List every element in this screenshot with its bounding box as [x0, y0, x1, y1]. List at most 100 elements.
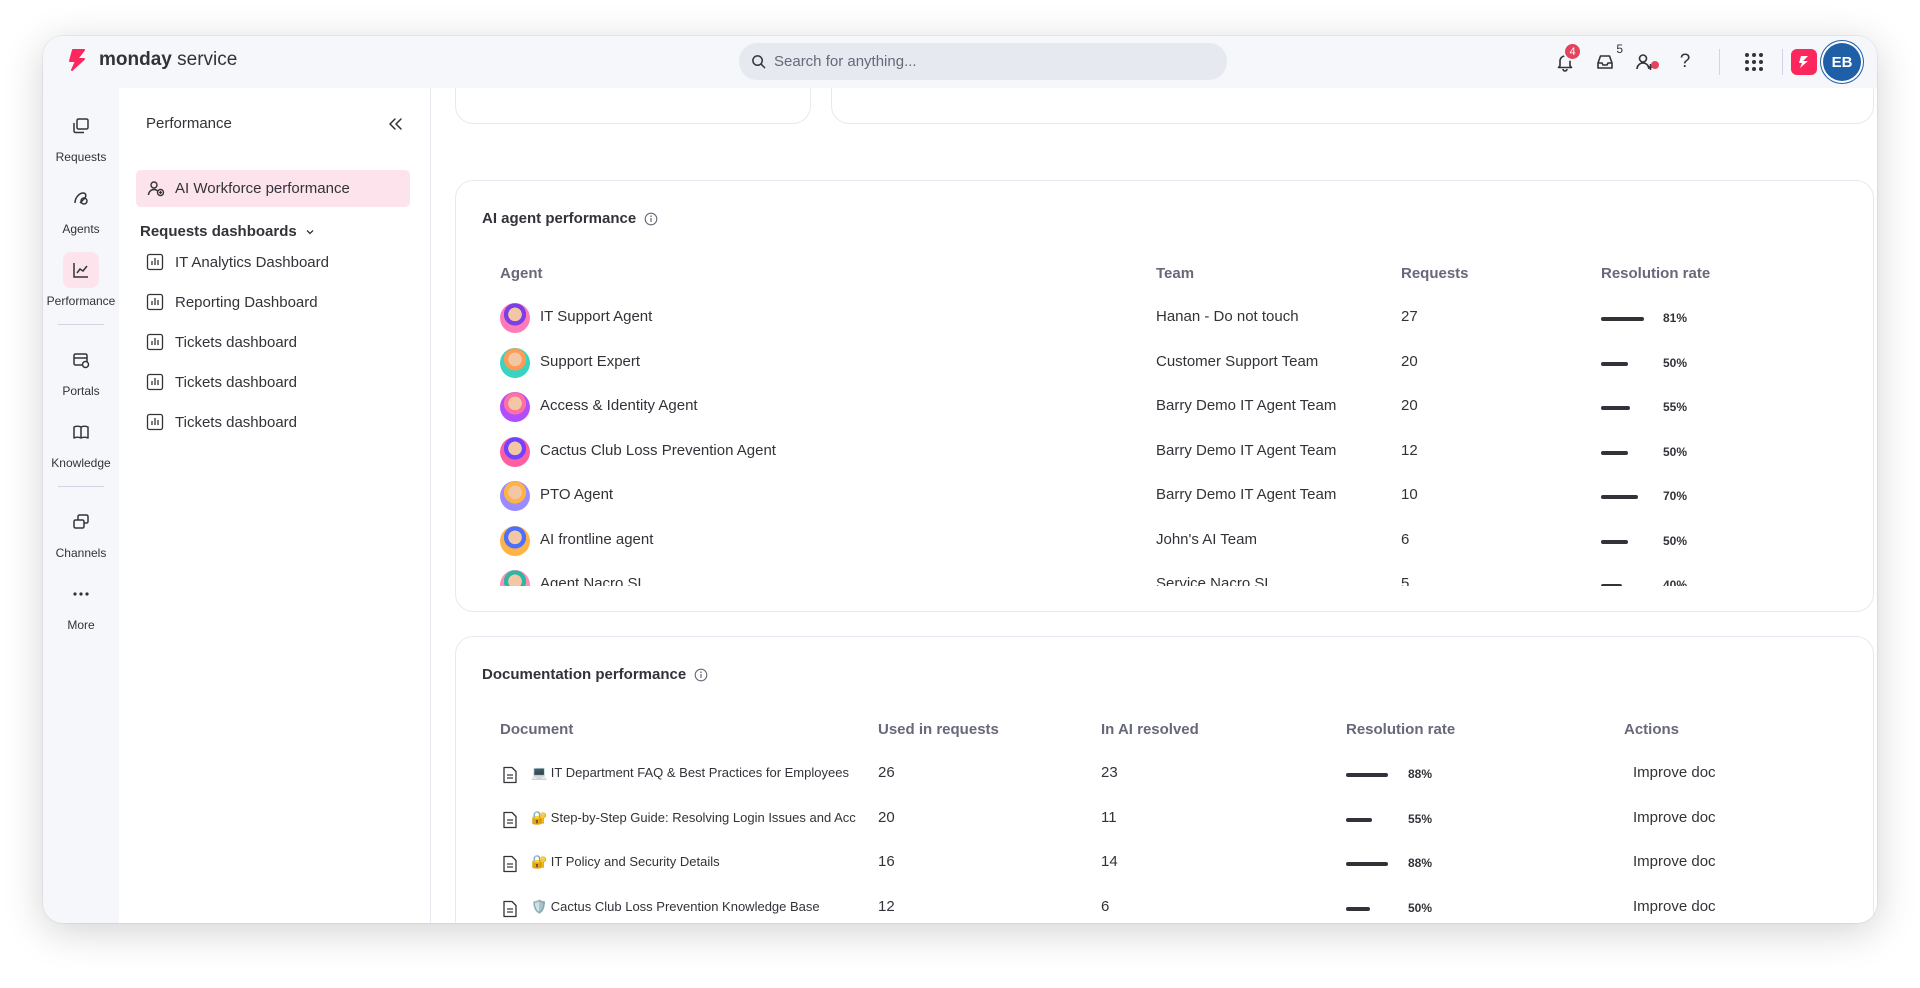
- improve-doc-button[interactable]: Improve doc: [1633, 853, 1716, 870]
- search-input[interactable]: Search for anything...: [739, 43, 1227, 80]
- resolution-rate-bar: [1601, 317, 1644, 321]
- service-product-switcher[interactable]: [1791, 49, 1817, 75]
- top-actions: 4 5 ? EB: [1545, 42, 1861, 82]
- col-header-resolution-rate[interactable]: Resolution rate: [1346, 721, 1455, 738]
- side-link-label: Tickets dashboard: [175, 373, 298, 391]
- table-row[interactable]: 💻 IT Department FAQ & Best Practices for…: [456, 753, 1875, 797]
- table-row[interactable]: Access & Identity Agent Barry Demo IT Age…: [456, 386, 1875, 430]
- side-link-dashboard[interactable]: Tickets dashboard: [146, 370, 297, 394]
- document-name[interactable]: 🔐 Step-by-Step Guide: Resolving Login Is…: [531, 810, 866, 826]
- resolution-rate-value: 50%: [1663, 355, 1688, 370]
- document-name[interactable]: 🔐 IT Policy and Security Details: [531, 854, 866, 870]
- resolution-rate-bar: [1346, 862, 1388, 866]
- apps-button[interactable]: [1734, 42, 1774, 82]
- resolution-rate-value: 88%: [1408, 767, 1433, 781]
- rail-item-knowledge[interactable]: Knowledge: [43, 414, 119, 470]
- doc-table: Document Used in requests In AI resolved…: [456, 637, 1875, 923]
- agent-name: Cactus Club Loss Prevention Agent: [540, 441, 776, 459]
- agent-avatar: [500, 570, 530, 586]
- resolution-rate-value: 50%: [1663, 444, 1688, 459]
- inbox-button[interactable]: 5: [1585, 42, 1625, 82]
- side-group-requests-dashboards[interactable]: Requests dashboards: [140, 223, 315, 240]
- agent-name: PTO Agent: [540, 486, 614, 503]
- agent-name: IT Support Agent: [540, 308, 653, 325]
- col-header-requests[interactable]: Requests: [1401, 265, 1469, 282]
- col-header-agent[interactable]: Agent: [500, 265, 543, 282]
- rail-item-channels[interactable]: Channels: [43, 504, 119, 560]
- rail-item-more[interactable]: More: [43, 576, 119, 632]
- document-icon: [503, 811, 517, 828]
- side-link-dashboard[interactable]: Tickets dashboard: [146, 410, 297, 434]
- rail-item-agents[interactable]: Agents: [43, 180, 119, 236]
- notifications-button[interactable]: 4: [1545, 42, 1585, 82]
- main-content: AI agent performance Agent Team Requests…: [432, 88, 1877, 923]
- in-ai-resolved: 6: [1101, 897, 1110, 915]
- agent-name: Access & Identity Agent: [540, 397, 698, 414]
- agent-name: Support Expert: [540, 352, 641, 370]
- table-row[interactable]: IT Support Agent Hanan - Do not touch 27 81…: [456, 297, 1875, 341]
- side-link-label: Reporting Dashboard: [175, 293, 318, 311]
- col-header-resolution-rate[interactable]: Resolution rate: [1601, 265, 1710, 282]
- agent-team: Barry Demo IT Agent Team: [1156, 397, 1337, 414]
- table-row[interactable]: Support Expert Customer Support Team 20 50%: [456, 342, 1875, 386]
- collapse-panel-button[interactable]: [383, 112, 407, 136]
- improve-doc-button[interactable]: Improve doc: [1633, 809, 1716, 826]
- rail-divider: [58, 324, 104, 325]
- side-link-dashboard[interactable]: Tickets dashboard: [146, 330, 297, 354]
- agent-avatar: [500, 347, 530, 378]
- help-icon: ?: [1679, 51, 1691, 72]
- resolution-rate-bar: [1601, 495, 1638, 499]
- document-icon: [503, 855, 517, 873]
- col-header-document[interactable]: Document: [500, 721, 573, 738]
- resolution-rate-value: 50%: [1408, 900, 1433, 915]
- user-avatar[interactable]: EB: [1823, 43, 1861, 81]
- dashboard-icon: [146, 253, 164, 271]
- rail-item-portals[interactable]: Portals: [43, 342, 119, 398]
- col-header-in-ai-resolved[interactable]: In AI resolved: [1101, 721, 1199, 738]
- agent-requests: 20: [1401, 397, 1418, 414]
- performance-icon: [63, 252, 99, 288]
- col-header-used-in-requests[interactable]: Used in requests: [878, 721, 999, 738]
- table-row[interactable]: Agent Nacro SL Service Nacro SL 5 40%: [456, 564, 1875, 586]
- agent-requests: 10: [1401, 486, 1418, 503]
- agent-avatar: [500, 481, 530, 511]
- table-row[interactable]: 🔐 IT Policy and Security Details 16 14 88% I…: [456, 842, 1875, 886]
- documentation-performance-card: Documentation performance Document Used …: [455, 636, 1874, 923]
- channels-icon: [63, 504, 99, 540]
- table-row[interactable]: 🛡️ Cactus Club Loss Prevention Knowledge…: [456, 887, 1875, 924]
- brand-name: monday service: [99, 49, 238, 70]
- side-link-dashboard[interactable]: Reporting Dashboard: [146, 290, 318, 314]
- resolution-rate-bar: [1601, 539, 1628, 544]
- table-row[interactable]: 🔐 Step-by-Step Guide: Resolving Login Is…: [456, 798, 1875, 842]
- rail-label: Performance: [46, 294, 116, 308]
- portals-icon: [63, 342, 99, 378]
- rail-label: Portals: [62, 384, 100, 398]
- resolution-rate-value: 81%: [1663, 311, 1688, 325]
- brand[interactable]: monday service: [67, 47, 237, 73]
- help-button[interactable]: ?: [1665, 42, 1705, 82]
- side-group-label: Requests dashboards: [140, 223, 297, 240]
- improve-doc-button[interactable]: Improve doc: [1633, 898, 1716, 915]
- agent-team: John's AI Team: [1156, 530, 1257, 548]
- inbox-icon: [1597, 55, 1613, 69]
- side-item-ai-workforce[interactable]: AI Workforce performance: [136, 170, 410, 207]
- table-row[interactable]: AI frontline agent John's AI Team 6 50%: [456, 520, 1875, 564]
- used-in-requests: 12: [878, 897, 895, 915]
- improve-doc-button[interactable]: Improve doc: [1633, 764, 1716, 781]
- table-row[interactable]: Cactus Club Loss Prevention Agent Barry D…: [456, 431, 1875, 475]
- document-name[interactable]: 💻 IT Department FAQ & Best Practices for…: [531, 765, 866, 781]
- notifications-badge: 4: [1563, 42, 1582, 61]
- invite-button[interactable]: [1625, 42, 1665, 82]
- rail-item-requests[interactable]: Requests: [43, 108, 119, 164]
- document-name[interactable]: 🛡️ Cactus Club Loss Prevention Knowledge…: [531, 899, 866, 915]
- resolution-rate-value: 40%: [1663, 578, 1688, 586]
- rail-label: Agents: [62, 222, 100, 236]
- agent-name: AI frontline agent: [540, 530, 654, 548]
- col-header-team[interactable]: Team: [1156, 265, 1194, 282]
- side-link-dashboard[interactable]: IT Analytics Dashboard: [146, 250, 329, 274]
- table-row[interactable]: PTO Agent Barry Demo IT Agent Team 10 70%: [456, 475, 1875, 519]
- agent-name: Agent Nacro SL: [540, 575, 646, 586]
- resolution-rate-bar: [1601, 361, 1628, 366]
- col-header-actions: Actions: [1624, 721, 1680, 738]
- rail-item-performance[interactable]: Performance: [43, 252, 119, 308]
